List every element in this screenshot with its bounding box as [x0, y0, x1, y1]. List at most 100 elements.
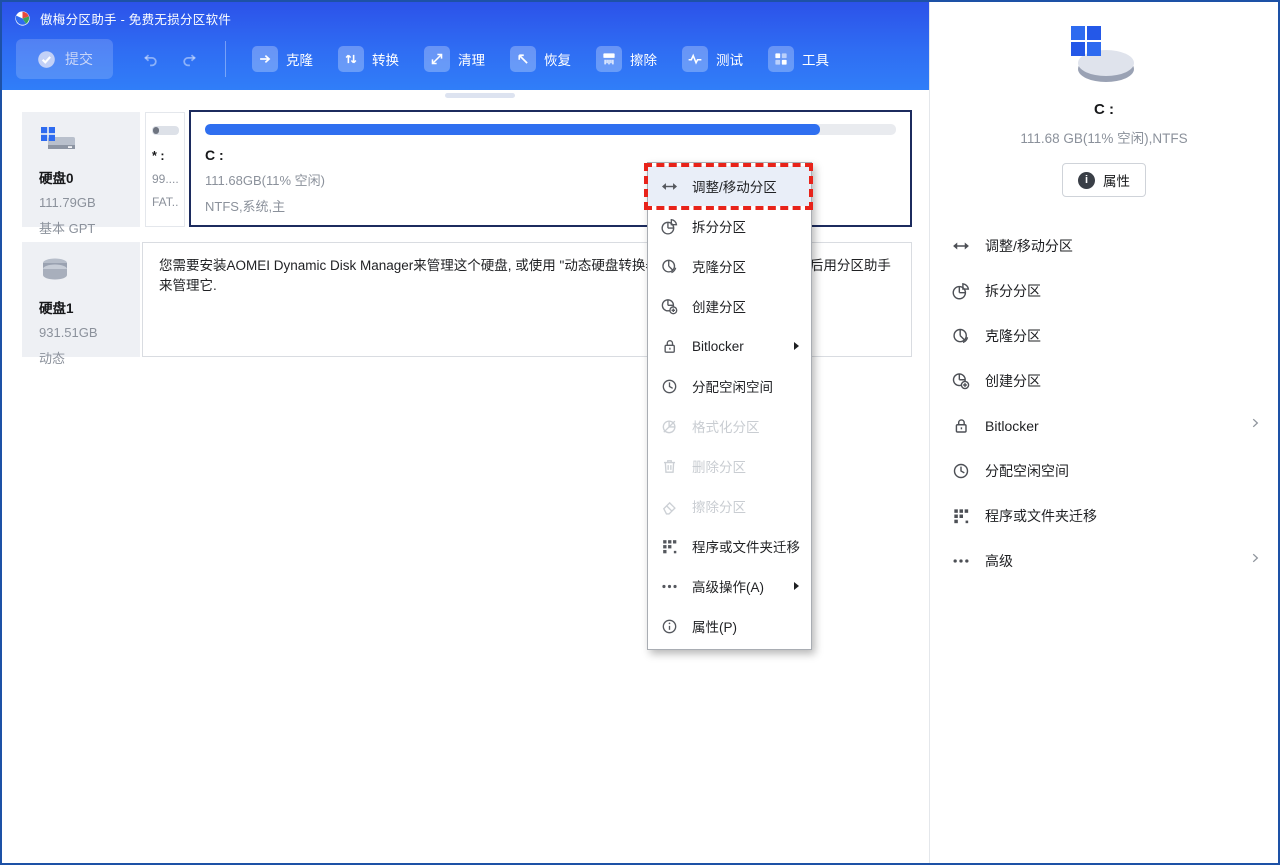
toolbar-item-erase[interactable]: 擦除	[596, 46, 657, 72]
sidebar-item-advanced[interactable]: 高级	[930, 538, 1278, 583]
trash-icon	[660, 457, 679, 476]
disk-type: 动态	[39, 348, 140, 367]
menu-item-label: 高级操作(A)	[692, 576, 764, 596]
menu-item-resize-move-partition[interactable]: 调整/移动分区	[648, 166, 811, 206]
submit-label: 提交	[65, 49, 93, 69]
app-window: 傲梅分区助手 - 免费无损分区软件 提交 克隆	[0, 0, 1280, 865]
tool-label: 测试	[716, 49, 743, 69]
toolbar-item-tools[interactable]: 工具	[768, 46, 829, 72]
more-dots-icon	[951, 551, 971, 571]
disk-name: 硬盘0	[39, 167, 140, 187]
convert-icon	[338, 46, 364, 72]
menu-item-label: 删除分区	[692, 456, 746, 476]
more-dots-icon	[660, 577, 679, 596]
submenu-arrow-icon	[794, 342, 799, 350]
info-icon: i	[1078, 172, 1095, 189]
split-partition-icon	[951, 281, 971, 301]
tool-label: 清理	[458, 49, 485, 69]
usage-fill	[153, 127, 159, 134]
app-logo-icon	[14, 10, 31, 27]
menu-item-create-partition[interactable]: 创建分区	[648, 286, 811, 326]
dynamic-disk-icon	[39, 255, 75, 285]
menu-item-app-migration[interactable]: 程序或文件夹迁移	[648, 526, 811, 566]
toolbar-item-recover[interactable]: 恢复	[510, 46, 571, 72]
menu-item-clone-partition[interactable]: 克隆分区	[648, 246, 811, 286]
menu-item-label: 程序或文件夹迁移	[692, 536, 800, 556]
sidebar-partition-summary: C : 111.68 GB(11% 空闲),NTFS i 属性	[930, 24, 1278, 197]
sidebar-item-label: 拆分分区	[985, 281, 1041, 301]
sidebar-item-label: 调整/移动分区	[985, 236, 1073, 256]
menu-item-format-partition: 格式化分区	[648, 406, 811, 446]
lock-icon	[660, 337, 679, 356]
partition-label: C :	[205, 147, 896, 163]
sidebar-item-app-migration[interactable]: 程序或文件夹迁移	[930, 493, 1278, 538]
toolbar-item-convert[interactable]: 转换	[338, 46, 399, 72]
sidebar-item-label: Bitlocker	[985, 418, 1039, 434]
recover-icon	[510, 46, 536, 72]
toolbar-item-test[interactable]: 测试	[682, 46, 743, 72]
menu-item-advanced-operations[interactable]: 高级操作(A)	[648, 566, 811, 606]
toolbar-item-clone[interactable]: 克隆	[252, 46, 313, 72]
sidebar-item-create-partition[interactable]: 创建分区	[930, 358, 1278, 403]
toolbar-separator	[225, 41, 226, 77]
context-menu: 调整/移动分区 拆分分区 克隆分区 创建分区 Bitlocker	[647, 162, 812, 650]
menu-item-label: 格式化分区	[692, 416, 760, 436]
lock-icon	[951, 416, 971, 436]
sidebar-item-label: 创建分区	[985, 371, 1041, 391]
menu-item-label: 拆分分区	[692, 216, 746, 236]
menu-item-label: Bitlocker	[692, 339, 744, 354]
menu-item-label: 调整/移动分区	[692, 176, 777, 196]
clean-icon	[424, 46, 450, 72]
menu-item-allocate-free-space[interactable]: 分配空闲空间	[648, 366, 811, 406]
partition-label: * :	[152, 149, 179, 163]
tool-label: 擦除	[630, 49, 657, 69]
sidebar-item-label: 程序或文件夹迁移	[985, 506, 1097, 526]
sidebar-item-clone-partition[interactable]: 克隆分区	[930, 313, 1278, 358]
partition-usage-bar	[152, 126, 179, 135]
sidebar-item-resize-move-partition[interactable]: 调整/移动分区	[930, 223, 1278, 268]
disk1-info-panel[interactable]: 硬盘1 931.51GB 动态	[22, 242, 140, 357]
clone-partition-icon	[951, 326, 971, 346]
sidebar-item-split-partition[interactable]: 拆分分区	[930, 268, 1278, 313]
app-migrate-icon	[660, 537, 679, 556]
disk-size: 111.79GB	[39, 195, 140, 210]
sidebar-item-label: 分配空闲空间	[985, 461, 1069, 481]
create-partition-icon	[660, 297, 679, 316]
disk-name: 硬盘1	[39, 297, 140, 317]
sidebar-item-bitlocker[interactable]: Bitlocker	[930, 403, 1278, 448]
disk-size: 931.51GB	[39, 325, 140, 340]
sidebar-item-label: 克隆分区	[985, 326, 1041, 346]
toolbar-item-clean[interactable]: 清理	[424, 46, 485, 72]
menu-item-delete-partition: 删除分区	[648, 446, 811, 486]
chevron-right-icon	[1248, 551, 1262, 570]
partition-fs: FAT...	[152, 195, 179, 209]
undo-icon[interactable]	[141, 50, 160, 69]
clone-icon	[252, 46, 278, 72]
tool-label: 恢复	[544, 49, 571, 69]
menu-item-split-partition[interactable]: 拆分分区	[648, 206, 811, 246]
partition-size: 99....	[152, 172, 179, 186]
panel-drag-handle[interactable]	[445, 93, 515, 98]
erase-icon	[596, 46, 622, 72]
menu-item-bitlocker[interactable]: Bitlocker	[648, 326, 811, 366]
redo-icon[interactable]	[180, 50, 199, 69]
resize-move-icon	[660, 177, 679, 196]
disk0-info-panel[interactable]: 硬盘0 111.79GB 基本 GPT	[22, 112, 140, 227]
properties-button[interactable]: i 属性	[1062, 163, 1146, 197]
clock-icon	[951, 461, 971, 481]
clock-icon	[660, 377, 679, 396]
submit-button[interactable]: 提交	[16, 39, 113, 79]
chevron-right-icon	[1248, 416, 1262, 435]
menu-item-wipe-partition: 擦除分区	[648, 486, 811, 526]
resize-move-icon	[951, 236, 971, 256]
sidebar-item-allocate-free-space[interactable]: 分配空闲空间	[930, 448, 1278, 493]
menu-item-label: 克隆分区	[692, 256, 746, 276]
format-partition-icon	[660, 417, 679, 436]
properties-label: 属性	[1103, 170, 1130, 190]
hard-disk-icon	[39, 125, 79, 155]
partition-system-reserved[interactable]: * : 99.... FAT...	[145, 112, 185, 227]
clone-partition-icon	[660, 257, 679, 276]
menu-item-label: 创建分区	[692, 296, 746, 316]
split-partition-icon	[660, 217, 679, 236]
menu-item-properties[interactable]: 属性(P)	[648, 606, 811, 646]
